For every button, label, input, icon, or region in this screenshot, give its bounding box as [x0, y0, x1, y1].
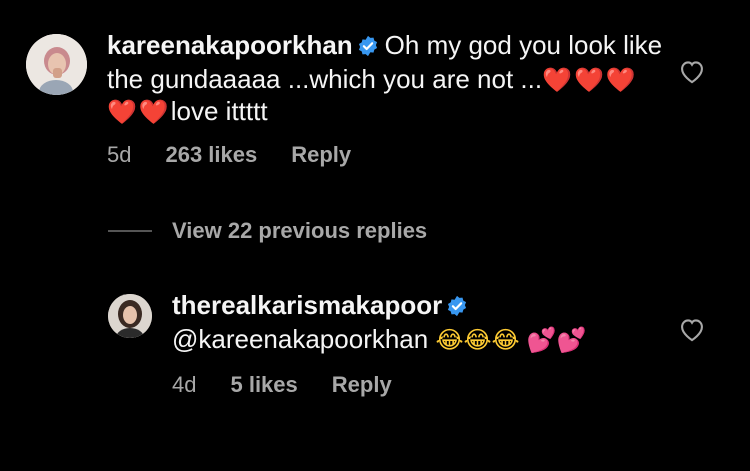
avatar[interactable] — [26, 34, 87, 95]
comment-age: 5d — [107, 142, 132, 167]
divider — [108, 230, 152, 232]
view-replies-label[interactable]: View 22 previous replies — [172, 218, 427, 244]
reply-meta: 4d 5 likes Reply — [172, 372, 642, 398]
comment-reply-button[interactable]: Reply — [291, 142, 351, 168]
comment-likes-count[interactable]: 263 likes — [165, 142, 257, 168]
heart-outline-icon[interactable] — [678, 316, 706, 347]
comment-meta: 5d 263 likes Reply — [107, 142, 667, 168]
reply-username[interactable]: therealkarismakapoor — [172, 290, 442, 320]
comment-text: kareenakapoorkhan Oh my god you look like… — [107, 30, 667, 128]
comment-body: kareenakapoorkhan Oh my god you look like… — [107, 30, 667, 168]
verified-badge-icon — [446, 293, 468, 324]
laughing-emojis: 😂😂😂 — [435, 326, 520, 354]
reply-reply-button[interactable]: Reply — [332, 372, 392, 398]
heart-outline-icon[interactable] — [678, 58, 706, 89]
view-previous-replies[interactable]: View 22 previous replies — [108, 218, 427, 244]
reply-likes-count[interactable]: 5 likes — [230, 372, 297, 398]
avatar[interactable] — [108, 294, 152, 338]
comment-message-end: love ittttt — [170, 96, 268, 126]
comment-username[interactable]: kareenakapoorkhan — [107, 30, 353, 60]
reply-text: therealkarismakapoor @kareenakapoorkhan … — [172, 290, 642, 356]
two-hearts-emojis: 💕💕 — [526, 326, 587, 354]
reply-age: 4d — [172, 372, 197, 397]
verified-badge-icon — [357, 33, 379, 64]
reply-mention[interactable]: @kareenakapoorkhan — [172, 324, 428, 354]
reply-body: therealkarismakapoor @kareenakapoorkhan … — [172, 290, 642, 398]
